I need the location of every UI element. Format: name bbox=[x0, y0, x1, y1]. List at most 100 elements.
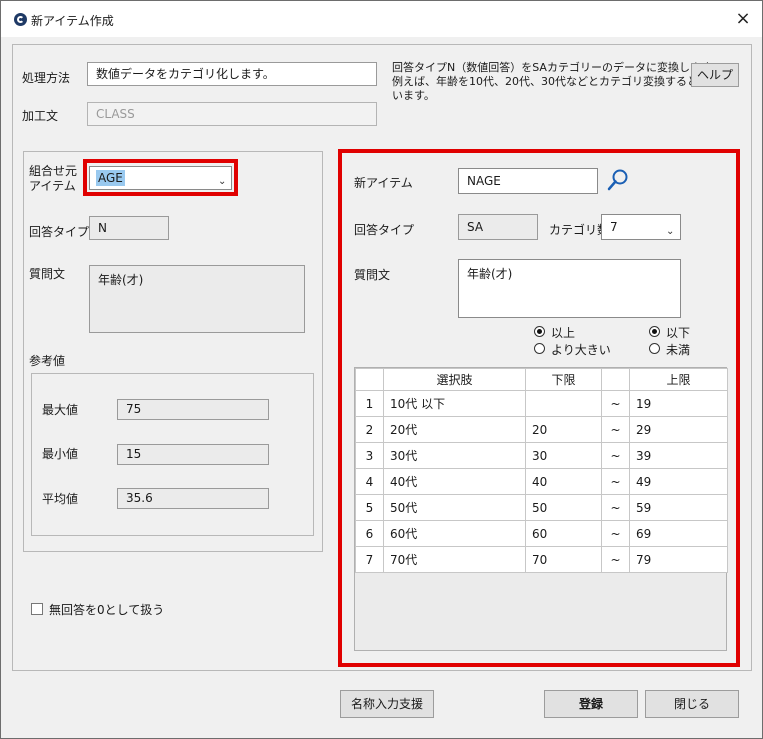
table-row[interactable]: 3 30代 30 ~ 39 bbox=[355, 442, 728, 469]
radio-lower-gte-label: 以上 bbox=[551, 326, 576, 340]
answer-type-label: 回答タイプ bbox=[29, 225, 90, 239]
choice-cell[interactable]: 30代 bbox=[383, 442, 526, 469]
new-item-label: 新アイテム bbox=[354, 176, 413, 190]
upper-cell[interactable]: 29 bbox=[629, 416, 728, 443]
answer-type-field: N bbox=[89, 216, 169, 240]
lower-cell[interactable]: 20 bbox=[525, 416, 602, 443]
row-number: 1 bbox=[355, 390, 384, 417]
range-separator: ~ bbox=[601, 520, 630, 547]
title-bar: 新アイテム作成 × bbox=[1, 1, 762, 37]
table-row[interactable]: 2 20代 20 ~ 29 bbox=[355, 416, 728, 443]
description-line: 例えば、年齢を10代、20代、30代などとカテゴリ変換するときに使 bbox=[392, 75, 731, 88]
avg-label: 平均値 bbox=[42, 492, 79, 506]
upper-cell[interactable]: 49 bbox=[629, 468, 728, 495]
description-line: います。 bbox=[392, 89, 435, 102]
range-separator: ~ bbox=[601, 416, 630, 443]
radio-upper-lte[interactable] bbox=[649, 326, 660, 337]
choice-cell[interactable]: 20代 bbox=[383, 416, 526, 443]
choice-cell[interactable]: 40代 bbox=[383, 468, 526, 495]
choice-cell[interactable]: 50代 bbox=[383, 494, 526, 521]
lower-cell[interactable]: 70 bbox=[525, 546, 602, 573]
header-lower[interactable]: 下限 bbox=[525, 368, 602, 391]
category-count-label: カテゴリ数 bbox=[549, 223, 610, 237]
new-answer-type-label: 回答タイプ bbox=[354, 223, 415, 237]
upper-cell[interactable]: 79 bbox=[629, 546, 728, 573]
table-row[interactable]: 7 70代 70 ~ 79 bbox=[355, 546, 728, 573]
choice-cell[interactable]: 10代 以下 bbox=[383, 390, 526, 417]
no-answer-zero-label: 無回答を0として扱う bbox=[49, 603, 165, 617]
close-button[interactable]: 閉じる bbox=[645, 690, 739, 718]
new-item-input[interactable]: NAGE bbox=[458, 168, 598, 194]
lower-cell[interactable] bbox=[525, 390, 602, 417]
lower-cell[interactable]: 60 bbox=[525, 520, 602, 547]
table-row[interactable]: 4 40代 40 ~ 49 bbox=[355, 468, 728, 495]
source-item-label: 組合せ元 アイテム bbox=[29, 164, 77, 194]
question-field: 年齢(才) bbox=[89, 265, 305, 333]
reference-label: 参考値 bbox=[29, 354, 66, 368]
row-number: 3 bbox=[355, 442, 384, 469]
row-number: 6 bbox=[355, 520, 384, 547]
category-count-select[interactable]: 7 ⌄ bbox=[601, 214, 681, 240]
source-item-label-line: アイテム bbox=[29, 179, 76, 193]
close-window-button[interactable]: × bbox=[731, 7, 755, 31]
row-number: 7 bbox=[355, 546, 384, 573]
category-table: 選択肢 下限 上限 1 10代 以下 ~ 19 2 20代 20 ~ 29 3 … bbox=[355, 368, 728, 573]
lower-cell[interactable]: 50 bbox=[525, 494, 602, 521]
max-label: 最大値 bbox=[42, 403, 79, 417]
new-question-label: 質問文 bbox=[354, 268, 391, 282]
chevron-down-icon: ⌄ bbox=[666, 226, 675, 237]
header-choice[interactable]: 選択肢 bbox=[383, 368, 526, 391]
upper-cell[interactable]: 19 bbox=[629, 390, 728, 417]
range-separator: ~ bbox=[601, 546, 630, 573]
window-title: 新アイテム作成 bbox=[31, 14, 114, 28]
new-answer-type-field: SA bbox=[458, 214, 538, 240]
upper-cell[interactable]: 59 bbox=[629, 494, 728, 521]
radio-upper-lt[interactable] bbox=[649, 343, 660, 354]
header-upper[interactable]: 上限 bbox=[629, 368, 728, 391]
radio-lower-gte[interactable] bbox=[534, 326, 545, 337]
method-label: 処理方法 bbox=[22, 71, 71, 85]
upper-cell[interactable]: 69 bbox=[629, 520, 728, 547]
source-item-label-line: 組合せ元 bbox=[29, 164, 78, 178]
min-field: 15 bbox=[117, 444, 269, 465]
radio-lower-gt[interactable] bbox=[534, 343, 545, 354]
new-question-input[interactable]: 年齢(才) bbox=[458, 259, 681, 318]
category-grid: 選択肢 下限 上限 1 10代 以下 ~ 19 2 20代 20 ~ 29 3 … bbox=[354, 367, 728, 651]
row-number: 2 bbox=[355, 416, 384, 443]
table-row[interactable]: 1 10代 以下 ~ 19 bbox=[355, 390, 728, 417]
header-separator bbox=[601, 368, 630, 391]
table-row[interactable]: 6 60代 60 ~ 69 bbox=[355, 520, 728, 547]
row-number: 4 bbox=[355, 468, 384, 495]
range-separator: ~ bbox=[601, 494, 630, 521]
register-button[interactable]: 登録 bbox=[544, 690, 638, 718]
dialog-window: 新アイテム作成 × 処理方法 数値データをカテゴリ化します。 加工文 CLASS… bbox=[0, 0, 763, 739]
description-line: 回答タイプN（数値回答）をSAカテゴリーのデータに変換します。 bbox=[392, 61, 722, 74]
process-input[interactable]: CLASS bbox=[87, 102, 377, 126]
radio-upper-lte-label: 以下 bbox=[666, 326, 691, 340]
upper-cell[interactable]: 39 bbox=[629, 442, 728, 469]
source-item-value: AGE bbox=[96, 170, 125, 186]
table-row[interactable]: 5 50代 50 ~ 59 bbox=[355, 494, 728, 521]
help-button[interactable]: ヘルプ bbox=[691, 63, 739, 87]
source-item-select[interactable]: AGE ⌄ bbox=[89, 166, 232, 190]
process-label: 加工文 bbox=[22, 109, 59, 123]
choice-cell[interactable]: 70代 bbox=[383, 546, 526, 573]
search-icon[interactable] bbox=[606, 168, 630, 192]
table-header-row: 選択肢 下限 上限 bbox=[355, 368, 728, 391]
radio-lower-gt-label: より大きい bbox=[551, 343, 611, 357]
app-logo-icon bbox=[14, 13, 27, 26]
lower-cell[interactable]: 40 bbox=[525, 468, 602, 495]
range-separator: ~ bbox=[601, 442, 630, 469]
min-label: 最小値 bbox=[42, 447, 79, 461]
method-field: 数値データをカテゴリ化します。 bbox=[87, 62, 377, 86]
chevron-down-icon: ⌄ bbox=[218, 176, 227, 187]
category-count-value: 7 bbox=[610, 220, 618, 234]
max-field: 75 bbox=[117, 399, 269, 420]
choice-cell[interactable]: 60代 bbox=[383, 520, 526, 547]
description-text: 回答タイプN（数値回答）をSAカテゴリーのデータに変換します。 例えば、年齢を1… bbox=[392, 61, 731, 103]
range-separator: ~ bbox=[601, 468, 630, 495]
lower-cell[interactable]: 30 bbox=[525, 442, 602, 469]
radio-upper-lt-label: 未満 bbox=[666, 343, 691, 357]
no-answer-zero-checkbox[interactable] bbox=[31, 603, 43, 615]
name-assist-button[interactable]: 名称入力支援 bbox=[340, 690, 434, 718]
